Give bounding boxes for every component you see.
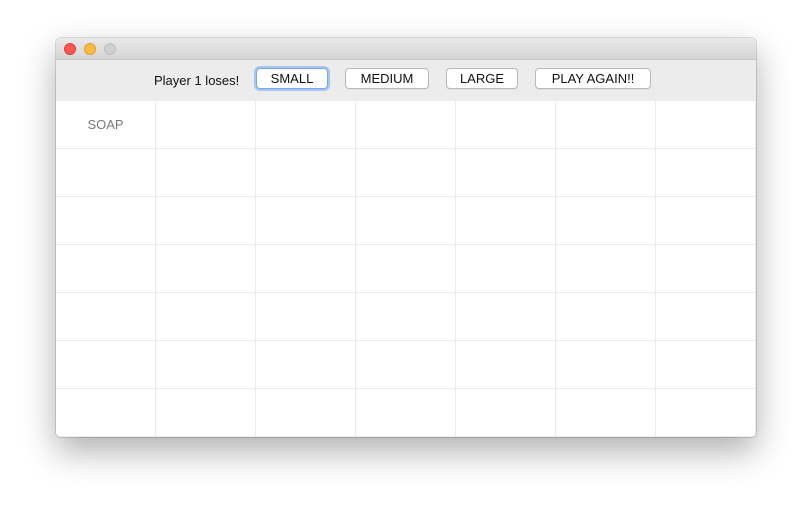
minimize-icon[interactable] — [84, 43, 96, 55]
board-cell[interactable] — [356, 389, 456, 437]
board-cell[interactable] — [556, 149, 656, 197]
board-cell[interactable] — [156, 149, 256, 197]
board-cell[interactable] — [56, 293, 156, 341]
board-cell[interactable] — [556, 341, 656, 389]
board-cell[interactable] — [656, 341, 756, 389]
board-cell[interactable] — [56, 197, 156, 245]
board-cell[interactable] — [656, 101, 756, 149]
board-cell[interactable] — [356, 293, 456, 341]
board-cell[interactable] — [356, 101, 456, 149]
medium-button[interactable]: MEDIUM — [345, 68, 429, 89]
large-button[interactable]: LARGE — [446, 68, 518, 89]
board-cell[interactable] — [556, 293, 656, 341]
zoom-icon[interactable] — [104, 43, 116, 55]
board-cell[interactable] — [156, 245, 256, 293]
board-cell[interactable] — [156, 101, 256, 149]
board-cell[interactable] — [356, 197, 456, 245]
board-cell[interactable] — [256, 149, 356, 197]
board-cell[interactable] — [556, 197, 656, 245]
board-cell[interactable] — [256, 245, 356, 293]
board-cell[interactable] — [256, 341, 356, 389]
board-cell[interactable] — [56, 341, 156, 389]
board-cell[interactable] — [456, 149, 556, 197]
board-cell[interactable] — [556, 389, 656, 437]
board-cell[interactable] — [656, 197, 756, 245]
board-cell[interactable] — [156, 341, 256, 389]
board-cell[interactable] — [156, 389, 256, 437]
play-again-button[interactable]: PLAY AGAIN!! — [535, 68, 651, 89]
toolbar: Player 1 loses! SMALL MEDIUM LARGE PLAY … — [56, 60, 756, 101]
board-cell[interactable] — [156, 293, 256, 341]
board-cell[interactable] — [256, 101, 356, 149]
board-cell[interactable] — [456, 341, 556, 389]
game-window: Player 1 loses! SMALL MEDIUM LARGE PLAY … — [56, 38, 756, 437]
board-cell[interactable] — [456, 197, 556, 245]
board-cell[interactable] — [456, 389, 556, 437]
board-cell[interactable] — [356, 245, 456, 293]
board-cell[interactable] — [456, 293, 556, 341]
board-cell[interactable] — [656, 149, 756, 197]
board-cell[interactable] — [556, 245, 656, 293]
board-cell[interactable] — [656, 389, 756, 437]
close-icon[interactable] — [64, 43, 76, 55]
board-cell[interactable] — [56, 149, 156, 197]
board-cell[interactable] — [656, 245, 756, 293]
board-cell[interactable] — [56, 245, 156, 293]
board-cell[interactable]: SOAP — [56, 101, 156, 149]
board-cell[interactable] — [56, 389, 156, 437]
small-button[interactable]: SMALL — [256, 68, 328, 89]
board-cell[interactable] — [456, 101, 556, 149]
board-cell[interactable] — [256, 197, 356, 245]
board-cell[interactable] — [156, 197, 256, 245]
board-cell[interactable] — [256, 293, 356, 341]
board-cell[interactable] — [556, 101, 656, 149]
board-cell[interactable] — [356, 149, 456, 197]
game-status-label: Player 1 loses! — [154, 73, 240, 88]
board-cell[interactable] — [256, 389, 356, 437]
board-cell[interactable] — [656, 293, 756, 341]
game-board: SOAP — [56, 101, 756, 437]
board-cell[interactable] — [356, 341, 456, 389]
title-bar[interactable] — [56, 38, 756, 60]
board-cell[interactable] — [456, 245, 556, 293]
